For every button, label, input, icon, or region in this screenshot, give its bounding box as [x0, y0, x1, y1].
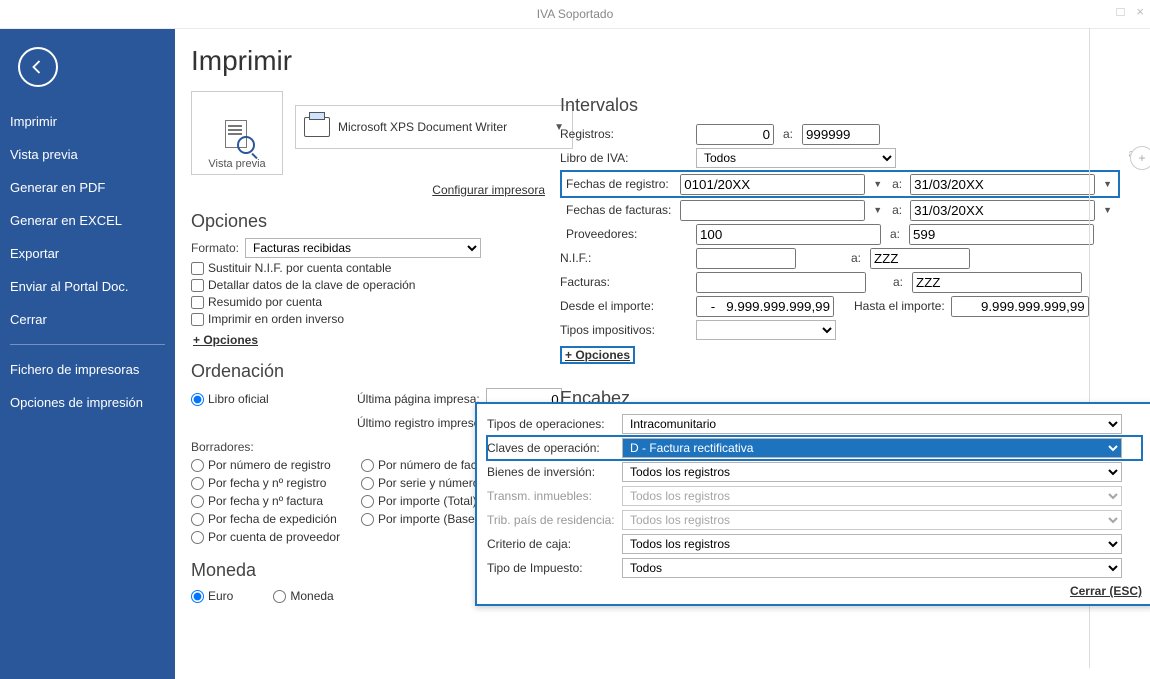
preview-button[interactable]: Vista previa [191, 91, 283, 175]
popout-select[interactable]: D - Factura rectificativa [622, 438, 1122, 458]
registros-label: Registros: [560, 127, 690, 141]
options-more-link[interactable]: + Opciones [191, 333, 260, 347]
nav-cerrar[interactable]: Cerrar [0, 303, 175, 336]
proveedores-label: Proveedores: [566, 227, 690, 241]
last-page-label: Última página impresa: [357, 392, 480, 406]
sidebar: Imprimir Vista previa Generar en PDF Gen… [0, 29, 175, 679]
radio-euro: Euro [191, 589, 233, 603]
popout-select: Todos los registros [622, 486, 1122, 506]
popout-label: Claves de operación: [487, 441, 622, 455]
printer-select[interactable]: Microsoft XPS Document Writer ▼ [295, 105, 573, 149]
fechas-registro-row: Fechas de registro: ▼ a: ▼ [560, 170, 1120, 198]
preview-icon [219, 120, 255, 154]
page-title: Imprimir [191, 45, 1150, 77]
last-reg-label: Último registro impreso: [357, 416, 484, 430]
back-button[interactable] [18, 47, 58, 87]
popout-row-0: Tipos de operaciones:Intracomunitario [487, 412, 1142, 436]
popout-select[interactable]: Intracomunitario [622, 414, 1122, 434]
nav-opciones-impresion[interactable]: Opciones de impresión [0, 386, 175, 419]
tipos-impositivos-select[interactable] [696, 320, 836, 340]
popout-label: Criterio de caja: [487, 537, 622, 551]
nif-to[interactable] [870, 248, 970, 269]
hasta-importe-input[interactable] [951, 296, 1089, 317]
popout-label: Bienes de inversión: [487, 465, 622, 479]
desde-importe-label: Desde el importe: [560, 299, 690, 313]
popout-label: Tipo de Impuesto: [487, 561, 622, 575]
fechas-fac-from[interactable] [680, 200, 865, 221]
minimize-icon[interactable]: □ [1117, 4, 1125, 19]
window-buttons: □ × [1117, 4, 1144, 19]
configure-printer-link[interactable]: Configurar impresora [191, 183, 545, 197]
popout-select: Todos los registros [622, 510, 1122, 530]
printer-icon [304, 117, 330, 137]
nav-separator [10, 344, 165, 345]
nav-generar-excel[interactable]: Generar en EXCEL [0, 204, 175, 237]
fechas-reg-to[interactable] [910, 174, 1095, 195]
proveedores-to[interactable] [909, 224, 1094, 245]
facturas-to[interactable] [912, 272, 1082, 293]
nav-generar-pdf[interactable]: Generar en PDF [0, 171, 175, 204]
facturas-from[interactable] [696, 272, 866, 293]
intervals-heading: Intervalos [560, 95, 1120, 116]
popout-select[interactable]: Todos los registros [622, 534, 1122, 554]
format-label: Formato: [191, 241, 241, 255]
nav-enviar-portal[interactable]: Enviar al Portal Doc. [0, 270, 175, 303]
title-bar: IVA Soportado □ × [0, 0, 1150, 29]
radio-libro-oficial: Libro oficial [191, 392, 341, 406]
radio-num-registro: Por número de registro [191, 458, 361, 472]
format-select[interactable]: Facturas recibidas [245, 238, 481, 258]
popout-row-3: Transm. inmuebles:Todos los registros [487, 484, 1142, 508]
fechas-fac-to[interactable] [910, 200, 1095, 221]
radio-fecha-expedicion: Por fecha de expedición [191, 512, 361, 526]
popout-label: Tipos de operaciones: [487, 417, 622, 431]
popout-row-4: Trib. país de residencia:Todos los regis… [487, 508, 1142, 532]
popout-row-1: Claves de operación:D - Factura rectific… [487, 436, 1142, 460]
facturas-label: Facturas: [560, 275, 690, 289]
desde-importe-input[interactable] [696, 296, 834, 317]
registros-from[interactable] [696, 124, 774, 145]
plus-icon[interactable]: + [1130, 146, 1150, 170]
radio-fecha-registro: Por fecha y nº registro [191, 476, 361, 490]
popout-row-5: Criterio de caja:Todos los registros [487, 532, 1142, 556]
radio-moneda: Moneda [273, 589, 333, 603]
popout-row-6: Tipo de Impuesto:Todos [487, 556, 1142, 580]
close-icon[interactable]: × [1136, 4, 1144, 19]
window-title: IVA Soportado [537, 7, 614, 21]
nav-imprimir[interactable]: Imprimir [0, 105, 175, 138]
popout-row-2: Bienes de inversión:Todos los registros [487, 460, 1142, 484]
printer-name: Microsoft XPS Document Writer [338, 120, 507, 134]
chevron-down-icon[interactable]: ▼ [871, 205, 884, 215]
fechas-reg-from[interactable] [680, 174, 865, 195]
options-popout: Tipos de operaciones:IntracomunitarioCla… [475, 402, 1150, 606]
hasta-importe-label: Hasta el importe: [854, 299, 945, 313]
popout-close-link[interactable]: Cerrar (ESC) [487, 584, 1142, 598]
tipos-impositivos-label: Tipos impositivos: [560, 323, 690, 337]
preview-caption: Vista previa [208, 158, 265, 170]
popout-label: Trib. país de residencia: [487, 513, 622, 527]
nif-label: N.I.F.: [560, 251, 690, 265]
nav-exportar[interactable]: Exportar [0, 237, 175, 270]
fechas-fac-label: Fechas de facturas: [566, 203, 674, 217]
popout-select[interactable]: Todos los registros [622, 462, 1122, 482]
intervals-more-link[interactable]: + Opciones [560, 346, 635, 364]
proveedores-from[interactable] [696, 224, 881, 245]
radio-cuenta-proveedor: Por cuenta de proveedor [191, 530, 361, 544]
app-root: IVA Soportado □ × Imprimir Vista previa … [0, 0, 1150, 679]
nav-fichero-impresoras[interactable]: Fichero de impresoras [0, 353, 175, 386]
chevron-down-icon[interactable]: ▼ [871, 179, 884, 189]
libro-iva-select[interactable]: Todos [696, 148, 896, 168]
radio-fecha-factura: Por fecha y nº factura [191, 494, 361, 508]
nav-vista-previa[interactable]: Vista previa [0, 138, 175, 171]
registros-to[interactable] [802, 124, 880, 145]
popout-label: Transm. inmuebles: [487, 489, 622, 503]
nif-from[interactable] [696, 248, 796, 269]
popout-select[interactable]: Todos [622, 558, 1122, 578]
libro-iva-label: Libro de IVA: [560, 151, 690, 165]
